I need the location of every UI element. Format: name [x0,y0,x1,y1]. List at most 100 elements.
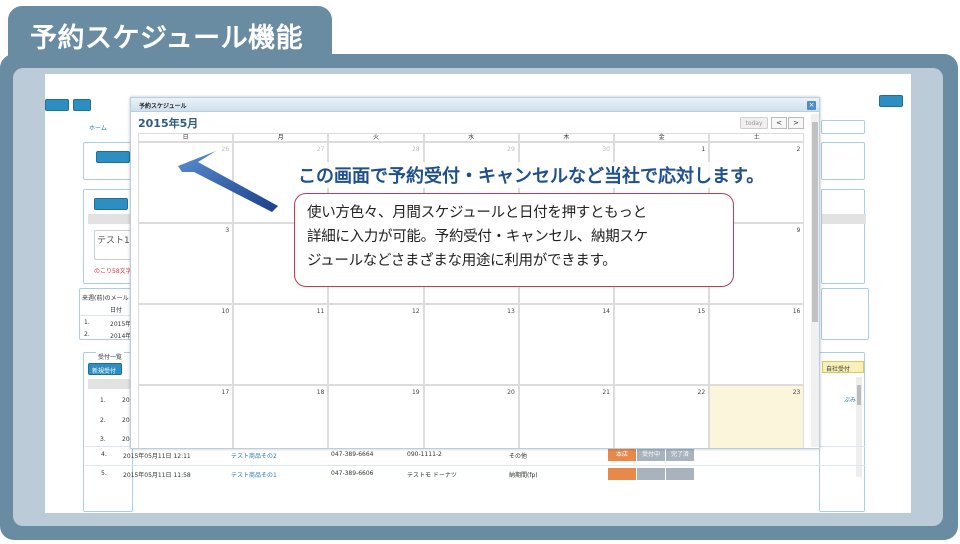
day-number: 16 [792,308,801,315]
callout-box: 使い方色々、月間スケジュールと日付を押すともっと 詳細に入力が可能。予約受付・キ… [294,193,734,287]
calendar-day-cell[interactable]: 23 [709,385,805,448]
back-button[interactable] [45,99,69,111]
row-1-date: 20 [122,397,130,404]
right-panel-2 [821,189,866,284]
weekday-header: 月 [233,133,329,142]
calendar-day-cell[interactable]: 15 [614,304,710,385]
calendar-title: 2015年5月 [138,117,199,130]
breadcrumb[interactable]: ホーム [89,123,107,132]
close-icon[interactable]: × [807,101,816,110]
row-5-name[interactable]: テスト商品その1 [231,470,277,479]
row-4-tel1: 047-389-6664 [331,451,374,458]
chevron-left-icon: < [776,119,782,127]
calendar-day-cell[interactable]: 11 [233,304,329,385]
reception-list-header [88,379,134,389]
row-5-status-gray-2[interactable] [666,468,694,480]
right-panel-1 [821,142,865,180]
right-panel-2-header [822,214,866,224]
menu-button[interactable] [879,95,903,107]
row-4-tel2: 090-1111-2 [407,451,442,458]
memo-textarea[interactable]: テスト1 [94,230,134,260]
day-number: 23 [792,389,801,396]
day-number: 1 [701,146,706,153]
calendar-day-cell[interactable]: 18 [233,385,329,448]
left-panel-button[interactable] [96,151,130,163]
weekday-header: 土 [709,133,805,142]
new-reception-label: 新規受付 [92,368,117,375]
memo-text: テスト1 [97,236,130,246]
day-number: 22 [697,389,706,396]
refresh-button[interactable] [73,99,91,111]
right-list-panel: 自社受付 ぷみ [819,352,865,512]
day-number: 15 [697,308,706,315]
calendar-day-cell[interactable]: 3 [138,223,234,304]
calendar-day-cell[interactable]: 20 [423,385,519,448]
row-3-num: 3. [100,436,106,443]
row-5-num: 5. [101,470,107,477]
reception-list-panel: 受付一覧 新規受付 1. 20 2. 20 3. 20 [83,352,134,512]
self-reception-label: 自社受付 [826,366,851,373]
day-number: 13 [507,308,515,315]
row-5-tel2: テストモ ドーナツ [407,472,457,479]
breadcrumb-bar: ホーム [85,120,125,132]
day-number: 29 [507,146,515,153]
row-4-kind: その他 [509,453,528,460]
history-row-1-date[interactable]: 2015年 [110,319,131,328]
right-panel-top [821,120,865,134]
row-5-top-line [85,465,865,466]
calendar-day-cell[interactable]: 12 [328,304,424,385]
row-5-status-gray-1[interactable] [637,468,665,480]
headline-text: この画面で予約受付・キャンセルなど当社で応対します。 [298,162,765,188]
day-number: 10 [221,308,230,315]
row-4-status-gray-2[interactable]: 完了済 [666,449,694,461]
row-5-status-orange[interactable] [608,468,636,480]
right-panel-3 [821,288,869,340]
calendar-day-cell[interactable]: 14 [518,304,614,385]
calendar-day-cell[interactable]: 16 [709,304,805,385]
callout-line-2: 詳細に入力が可能。予約受付・キャンセル、納期スケ [307,229,648,245]
day-number: 19 [411,389,420,396]
day-number: 18 [316,389,325,396]
today-button[interactable]: today [740,117,768,129]
calendar-day-cell[interactable]: 10 [138,304,234,385]
row-5-tel1: 047-389-6606 [331,470,374,477]
row-1-num: 1. [100,397,106,404]
calendar-day-cell[interactable]: 13 [423,304,519,385]
callout-line-3: ジュールなどさまざまな用途に利用ができます。 [307,253,617,269]
right-col-text: ぷみ [844,397,857,404]
next-month-button[interactable]: > [788,117,804,129]
day-number: 28 [411,146,420,153]
day-number: 27 [316,146,325,153]
scrollbar-thumb[interactable] [812,122,818,322]
reception-list-title: 受付一覧 [96,352,125,361]
calendar-day-cell[interactable]: 19 [328,385,424,448]
row-4-status-gray-1[interactable]: 受付中 [637,449,665,461]
calendar-day-cell[interactable]: 22 [614,385,710,448]
calendar-day-cell[interactable]: 21 [518,385,614,448]
prev-month-button[interactable]: < [771,117,787,129]
day-number: 30 [602,146,610,153]
row-5-kind: 納期間(fp) [509,472,538,479]
day-number: 9 [796,227,801,234]
row-4-name[interactable]: テスト商品その2 [231,451,277,460]
day-number: 11 [316,308,325,315]
day-number: 20 [507,389,515,396]
memo-button[interactable] [94,198,128,210]
weekday-header: 木 [518,133,614,142]
history-row-2-num: 2. [84,331,90,338]
weekday-header: 日 [138,133,234,142]
calendar-day-cell[interactable]: 17 [138,385,234,448]
row-2-num: 2. [100,417,106,424]
history-row-2-date[interactable]: 2014年 [110,331,131,340]
memo-header [88,214,132,224]
row-5-date: 2015年05月11日 11:58 [123,472,191,479]
callout-arrow-icon [178,151,278,212]
weekday-header: 水 [423,133,519,142]
right-list-scrollbar[interactable] [856,377,862,477]
day-number: 21 [602,389,610,396]
day-number: 14 [602,308,610,315]
day-number: 17 [221,389,230,396]
memo-panel: テスト1 のこり58文字 [83,189,134,284]
modal-scrollbar[interactable] [811,114,819,447]
row-4-status-orange[interactable]: 本店 [608,449,636,461]
